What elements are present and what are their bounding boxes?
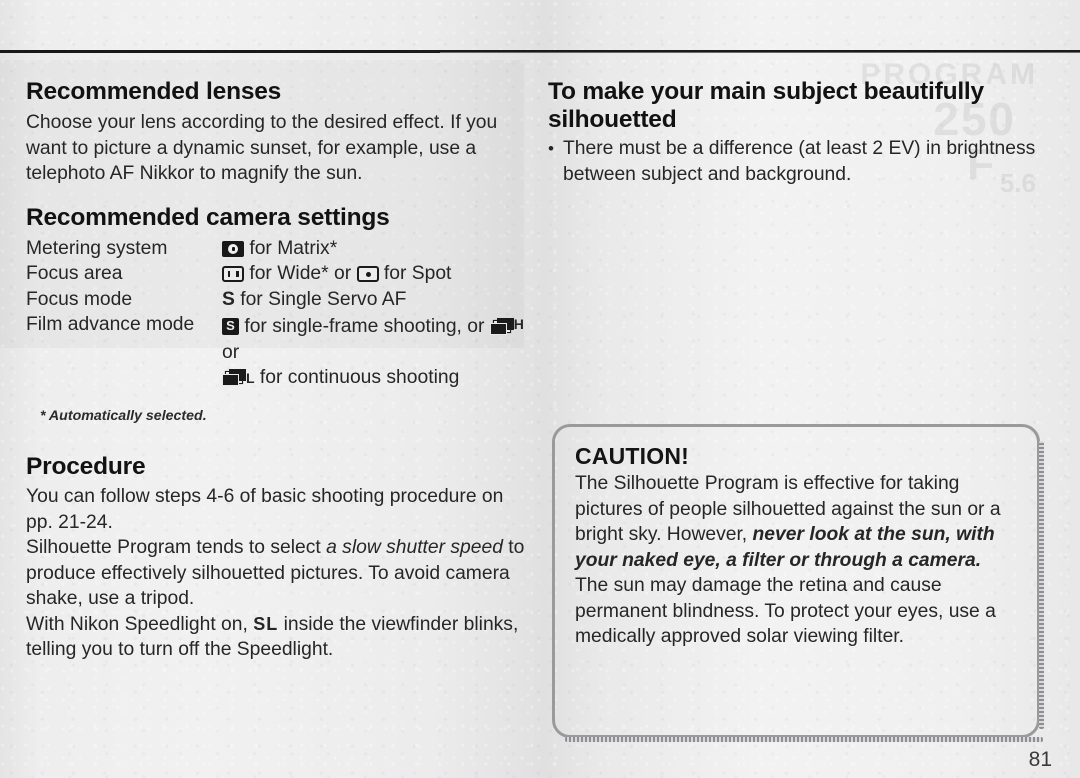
continuous-high-suffix: H <box>513 316 524 332</box>
settings-label-spacer <box>26 365 222 392</box>
settings-row-film-advance: Film advance mode for single-frame shoot… <box>26 312 526 365</box>
procedure-paragraph-3: With Nikon Speedlight on, SL inside the … <box>26 612 526 663</box>
caution-title: CAUTION! <box>575 443 690 469</box>
header-rule <box>0 50 1080 53</box>
settings-value-focus-mode-text: for Single Servo AF <box>234 288 407 310</box>
left-column: Recommended lenses Choose your lens acco… <box>26 78 526 663</box>
recommended-settings-heading: Recommended camera settings <box>26 203 390 231</box>
settings-row-focus-mode: Focus mode S for Single Servo AF <box>26 287 526 313</box>
caution-box-content: CAUTION! The Silhouette Program is effec… <box>555 427 1037 650</box>
procedure-p2-emphasis: a slow shutter speed <box>326 537 503 558</box>
caution-body: The Silhouette Program is effective for … <box>575 471 1017 650</box>
silhouette-bullet-list: There must be a difference (at least 2 E… <box>548 136 1048 187</box>
procedure-p2-pre: Silhouette Program tends to select <box>26 537 327 558</box>
settings-value-metering-text: for Matrix* <box>244 237 338 259</box>
manual-page: PROGRAM 250 F 5.6 Recommended lenses Cho… <box>0 0 1080 778</box>
slow-sync-lcd-icon: SL <box>253 613 279 634</box>
procedure-paragraph-2: Silhouette Program tends to select a slo… <box>26 535 526 612</box>
matrix-metering-icon <box>222 240 244 257</box>
list-item: There must be a difference (at least 2 E… <box>548 136 1048 187</box>
procedure-heading: Procedure <box>26 453 146 480</box>
recommended-lenses-heading: Recommended lenses <box>26 78 282 105</box>
settings-value-film-advance-text-1: for single-frame shooting, or <box>239 316 490 337</box>
settings-value-focus-area-text-1: for Wide* or <box>244 263 357 284</box>
spot-focus-area-icon <box>356 266 379 282</box>
procedure-p3-pre: With Nikon Speedlight on, <box>26 613 254 635</box>
continuous-high-icon <box>489 318 514 335</box>
continuous-low-icon <box>222 369 246 386</box>
caution-box: CAUTION! The Silhouette Program is effec… <box>552 424 1044 742</box>
single-frame-icon <box>222 317 239 335</box>
settings-row-focus-area: Focus area for Wide* or for Spot <box>26 261 526 287</box>
settings-value-film-advance-text-2: or <box>222 341 240 363</box>
settings-value-focus-mode: S for Single Servo AF <box>222 287 526 313</box>
silhouette-heading: To make your main subject beautifully si… <box>548 78 984 133</box>
settings-value-metering: for Matrix* <box>222 236 526 262</box>
settings-footnote: * Automatically selected. <box>40 407 207 424</box>
settings-value-continuous-text: for continuous shooting <box>254 367 460 388</box>
right-column: To make your main subject beautifully si… <box>548 78 1048 187</box>
settings-label-focus-mode: Focus mode <box>26 288 133 310</box>
settings-value-focus-area: for Wide* or for Spot <box>222 261 526 287</box>
single-servo-letter: S <box>222 288 235 310</box>
settings-label-focus-area: Focus area <box>26 263 123 284</box>
wide-focus-area-icon <box>222 266 244 282</box>
settings-value-film-advance: for single-frame shooting, or H or <box>222 312 526 365</box>
page-number: 81 <box>1028 748 1052 771</box>
settings-value-focus-area-text-2: for Spot <box>378 263 452 284</box>
settings-value-continuous: L for continuous shooting <box>222 365 526 392</box>
procedure-paragraph-1: You can follow steps 4-6 of basic shooti… <box>26 486 504 533</box>
settings-row-film-advance-continued: L for continuous shooting <box>26 365 526 392</box>
continuous-low-suffix: L <box>246 370 255 386</box>
settings-label-metering: Metering system <box>26 237 168 259</box>
caution-text-post: The sun may damage the retina and cause … <box>575 575 996 647</box>
camera-settings-table: Metering system for Matrix* Focus area f… <box>26 236 526 430</box>
settings-row-metering: Metering system for Matrix* <box>26 236 526 262</box>
settings-label-film-advance: Film advance mode <box>26 314 195 335</box>
recommended-lenses-body: Choose your lens according to the desire… <box>26 112 498 184</box>
